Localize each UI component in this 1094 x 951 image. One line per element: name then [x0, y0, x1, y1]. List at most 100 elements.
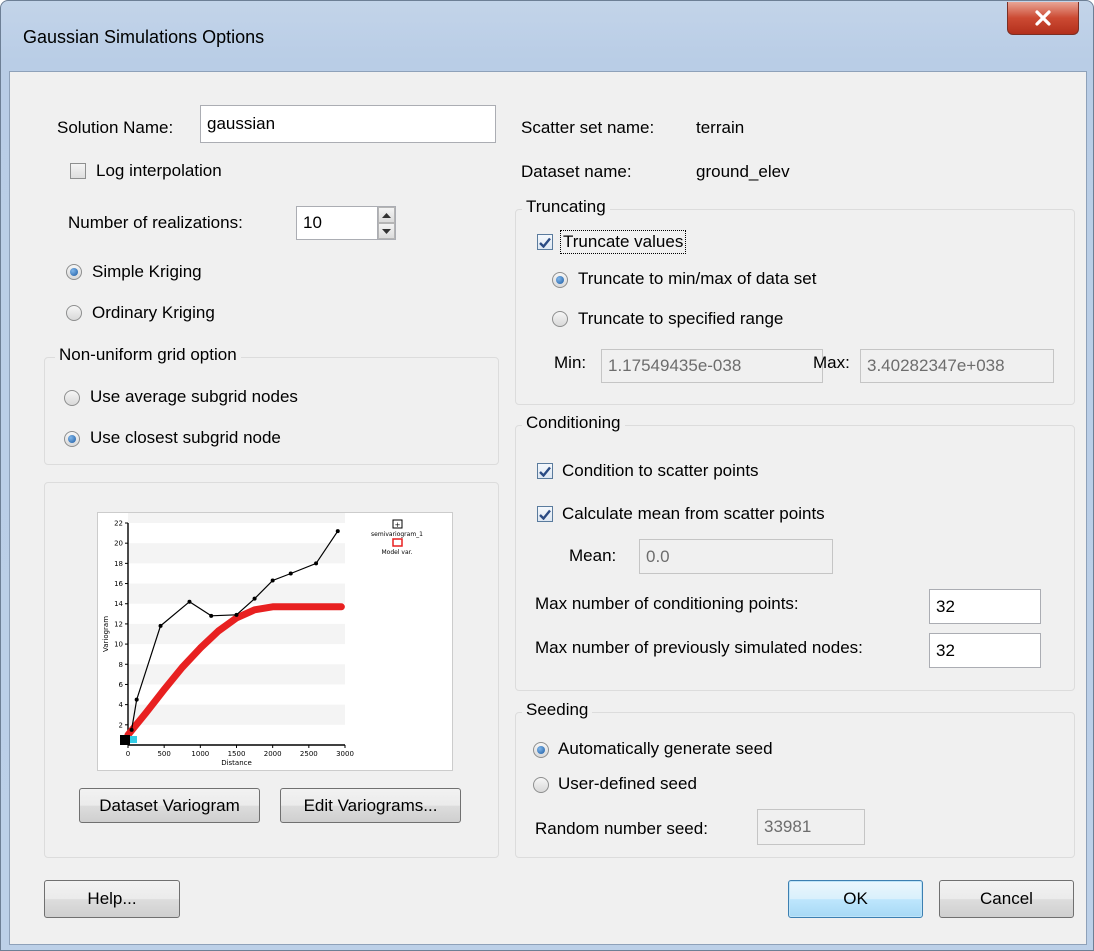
truncating-title: Truncating [522, 197, 610, 217]
close-icon [1035, 10, 1051, 26]
radio-selected-dot [556, 276, 564, 284]
user-seed-radio[interactable] [533, 777, 549, 793]
scatter-set-value: terrain [696, 118, 745, 137]
realizations-spinner[interactable] [377, 206, 396, 240]
x-tick-label: 1000 [191, 750, 209, 758]
auto-seed-radio[interactable] [533, 742, 549, 758]
random-seed-input[interactable]: 33981 [757, 809, 865, 845]
ok-button[interactable]: OK [788, 880, 923, 918]
y-tick-label: 10 [114, 641, 123, 649]
y-tick-label: 12 [114, 620, 123, 628]
x-axis-label: Distance [221, 759, 252, 767]
experimental-variogram-point [288, 571, 293, 576]
experimental-variogram-point [158, 623, 163, 628]
check-icon [539, 509, 551, 520]
origin-marker [120, 735, 130, 745]
dataset-variogram-button[interactable]: Dataset Variogram [79, 788, 260, 823]
window-title: Gaussian Simulations Options [23, 27, 265, 47]
user-seed-label: User-defined seed [558, 774, 697, 793]
experimental-variogram-point [129, 727, 134, 732]
max-conditioning-label: Max number of conditioning points: [535, 594, 799, 613]
ordinary-kriging-radio[interactable] [66, 305, 82, 321]
average-subgrid-radio[interactable] [64, 390, 80, 406]
dialog-window: Gaussian Simulations Options Solution Na… [0, 0, 1094, 951]
solution-name-label: Solution Name: [57, 118, 174, 137]
check-icon [539, 237, 551, 248]
experimental-variogram-point [270, 578, 275, 583]
calc-mean-checkbox[interactable] [537, 506, 553, 522]
title-bar[interactable]: Gaussian Simulations Options [1, 1, 1093, 71]
dialog-client-area: Solution Name: gaussian Log interpolatio… [9, 71, 1087, 945]
max-previous-input[interactable]: 32 [929, 633, 1041, 668]
y-tick-label: 14 [114, 600, 123, 608]
closest-subgrid-label: Use closest subgrid node [90, 428, 281, 447]
truncate-values-checkbox[interactable] [537, 234, 553, 250]
legend-label-experimental: semivariogram_1 [371, 531, 423, 538]
condition-scatter-label: Condition to scatter points [562, 461, 759, 480]
radio-selected-dot [68, 435, 76, 443]
experimental-variogram-point [134, 697, 139, 702]
conditioning-group: Conditioning Condition to scatter points… [515, 413, 1075, 691]
variogram-chart-svg: 2 4 6 8 10 12 14 16 18 20 22 0 500 1000 1500 2000 2500 30… [102, 513, 423, 767]
radio-selected-dot [537, 746, 545, 754]
check-icon [539, 466, 551, 477]
conditioning-title: Conditioning [522, 413, 625, 433]
realizations-label: Number of realizations: [68, 213, 243, 232]
x-tick-label: 0 [126, 750, 130, 758]
close-button[interactable] [1007, 2, 1079, 35]
grid-band [128, 513, 345, 523]
grid-band [128, 543, 345, 564]
random-seed-label: Random number seed: [535, 819, 708, 838]
dataset-name-value: ground_elev [696, 162, 790, 181]
dataset-name-label: Dataset name: [521, 162, 632, 181]
legend-label-model: Model var. [382, 549, 413, 556]
experimental-variogram-point [187, 599, 192, 604]
spin-up-button[interactable] [378, 207, 395, 223]
edit-variograms-button[interactable]: Edit Variograms... [280, 788, 461, 823]
truncate-range-radio[interactable] [552, 311, 568, 327]
x-tick-label: 1500 [228, 750, 246, 758]
seeding-group: Seeding Automatically generate seed User… [515, 700, 1075, 858]
solution-name-input[interactable]: gaussian [200, 105, 496, 143]
legend-swatch-model [392, 538, 403, 547]
min-label: Min: [554, 353, 587, 372]
closest-subgrid-radio[interactable] [64, 431, 80, 447]
help-button[interactable]: Help... [44, 880, 180, 918]
cancel-button[interactable]: Cancel [939, 880, 1074, 918]
simple-kriging-label: Simple Kriging [92, 262, 202, 281]
realizations-input[interactable]: 10 [296, 206, 378, 240]
x-tick-label: 2500 [300, 750, 318, 758]
grid-band [128, 583, 345, 604]
x-tick-label: 500 [157, 750, 170, 758]
log-interpolation-label: Log interpolation [96, 161, 222, 180]
min-input[interactable]: 1.17549435e-038 [601, 349, 823, 383]
experimental-variogram-point [209, 613, 214, 618]
experimental-variogram-point [252, 596, 257, 601]
average-subgrid-label: Use average subgrid nodes [90, 387, 298, 406]
max-previous-label: Max number of previously simulated nodes… [535, 638, 863, 657]
scatter-set-label: Scatter set name: [521, 118, 655, 137]
down-arrow-icon [382, 228, 391, 234]
truncate-range-label: Truncate to specified range [578, 309, 784, 328]
condition-scatter-checkbox[interactable] [537, 463, 553, 479]
legend-swatch-mark: + [395, 521, 401, 529]
y-tick-label: 18 [114, 560, 123, 568]
nonuniform-grid-title: Non-uniform grid option [55, 345, 241, 365]
max-label: Max: [813, 353, 850, 372]
x-tick-label: 3000 [336, 750, 354, 758]
y-tick-label: 20 [114, 540, 123, 548]
experimental-variogram-point [314, 561, 319, 566]
log-interpolation-checkbox[interactable] [70, 163, 86, 179]
y-tick-label: 2 [119, 721, 123, 729]
max-conditioning-input[interactable]: 32 [929, 589, 1041, 624]
spin-down-button[interactable] [378, 223, 395, 239]
truncate-minmax-radio[interactable] [552, 272, 568, 288]
y-tick-label: 4 [119, 701, 124, 709]
x-tick-label: 2000 [264, 750, 282, 758]
auto-seed-label: Automatically generate seed [558, 739, 773, 758]
max-input[interactable]: 3.40282347e+038 [860, 349, 1054, 383]
y-tick-label: 22 [114, 520, 123, 528]
simple-kriging-radio[interactable] [66, 264, 82, 280]
seeding-title: Seeding [522, 700, 593, 720]
mean-input[interactable]: 0.0 [639, 539, 833, 574]
